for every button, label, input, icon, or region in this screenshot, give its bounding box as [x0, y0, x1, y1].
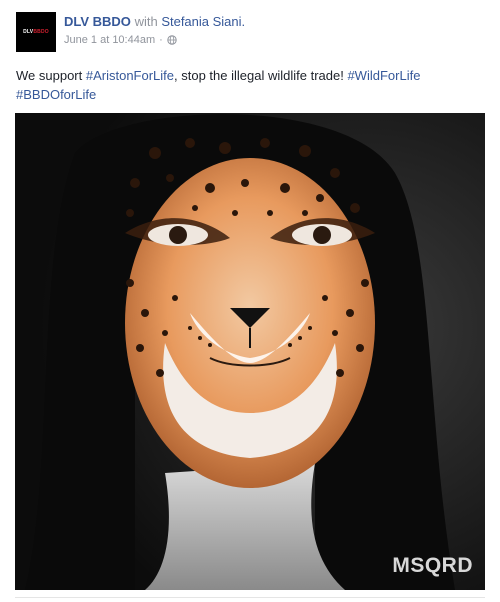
post-timestamp[interactable]: June 1 at 10:44am: [64, 34, 155, 46]
page-name-link[interactable]: DLV BBDO: [64, 14, 131, 29]
with-label: with: [134, 14, 158, 29]
hashtag-aristonforlife[interactable]: #AristonForLife: [86, 68, 174, 83]
post-meta: June 1 at 10:44am ·: [64, 34, 177, 46]
tagged-person-link[interactable]: Stefania Siani.: [161, 14, 245, 29]
meta-separator: ·: [159, 34, 163, 46]
globe-icon[interactable]: [167, 35, 177, 45]
page-avatar[interactable]: DLVBBDO: [16, 12, 56, 52]
facebook-post: DLVBBDO DLV BBDO with Stefania Siani. Ju…: [0, 0, 500, 602]
hashtag-bbdoforlife[interactable]: #BBDOforLife: [16, 87, 96, 102]
post-header: DLV BBDO with Stefania Siani.: [64, 14, 245, 29]
message-text-2: , stop the illegal wildlife trade!: [174, 68, 348, 83]
post-photo[interactable]: MSQRD: [15, 113, 485, 590]
hashtag-wildforlife[interactable]: #WildForLife: [347, 68, 420, 83]
message-text-1: We support: [16, 68, 86, 83]
leopard-face-photo: [15, 113, 485, 590]
msqrd-watermark: MSQRD: [392, 554, 473, 577]
avatar-logo-text: DLVBBDO: [23, 29, 49, 35]
post-message: We support #AristonForLife, stop the ill…: [16, 66, 484, 104]
divider: [15, 597, 485, 598]
